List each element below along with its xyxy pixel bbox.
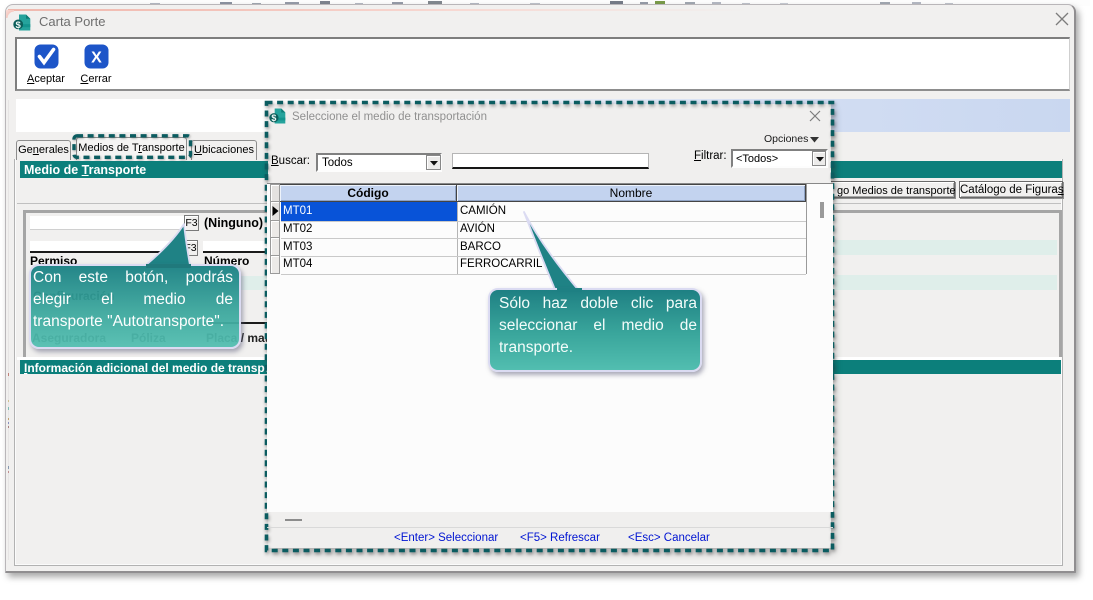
svg-text:$: $	[16, 20, 22, 31]
svg-text:$: $	[271, 113, 276, 123]
svg-text:X: X	[91, 50, 102, 67]
